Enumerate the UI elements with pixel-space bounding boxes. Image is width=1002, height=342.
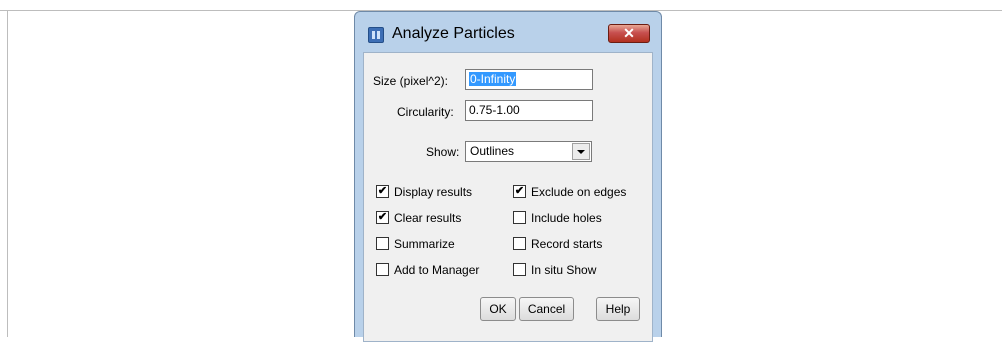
checkbox-label: Include holes bbox=[531, 211, 602, 225]
analyze-particles-dialog: Analyze Particles ✕ Size (pixel^2): 0-In… bbox=[354, 11, 662, 342]
checkbox-label: Display results bbox=[394, 185, 473, 199]
checkbox-label: Summarize bbox=[394, 237, 455, 251]
circularity-field[interactable]: 0.75-1.00 bbox=[465, 100, 593, 121]
checkbox-box[interactable] bbox=[513, 237, 526, 250]
checkbox-box[interactable] bbox=[513, 211, 526, 224]
imagej-icon bbox=[368, 27, 384, 43]
checkbox-box[interactable] bbox=[376, 237, 389, 250]
show-dropdown[interactable]: Outlines bbox=[465, 141, 592, 162]
checkbox-label: Add to Manager bbox=[394, 263, 480, 277]
checkbox-box[interactable]: ✔ bbox=[376, 211, 389, 224]
circularity-label: Circularity: bbox=[397, 105, 454, 119]
checkbox-box[interactable] bbox=[376, 263, 389, 276]
close-button[interactable]: ✕ bbox=[608, 24, 650, 43]
title-bar[interactable]: Analyze Particles ✕ bbox=[355, 12, 661, 52]
show-label: Show: bbox=[426, 145, 460, 159]
size-field[interactable]: 0-Infinity bbox=[465, 69, 593, 90]
size-label: Size (pixel^2): bbox=[373, 74, 448, 88]
dialog-body: Size (pixel^2): 0-Infinity Circularity: … bbox=[363, 52, 653, 342]
dropdown-button[interactable] bbox=[572, 143, 590, 160]
background-frame-left bbox=[7, 10, 8, 337]
cancel-button[interactable]: Cancel bbox=[519, 297, 574, 321]
dialog-title: Analyze Particles bbox=[392, 25, 515, 42]
checkbox-box[interactable]: ✔ bbox=[376, 185, 389, 198]
checkbox-box[interactable] bbox=[513, 263, 526, 276]
checkbox-label: In situ Show bbox=[531, 263, 597, 277]
checkbox-box[interactable]: ✔ bbox=[513, 185, 526, 198]
size-value: 0-Infinity bbox=[469, 72, 517, 86]
help-button[interactable]: Help bbox=[596, 297, 640, 321]
chevron-down-icon bbox=[577, 150, 585, 154]
checkbox-label: Exclude on edges bbox=[531, 185, 627, 199]
checkbox-label: Clear results bbox=[394, 211, 462, 225]
show-selected-value: Outlines bbox=[470, 144, 515, 158]
checkbox-label: Record starts bbox=[531, 237, 603, 251]
close-icon: ✕ bbox=[623, 25, 635, 41]
ok-button[interactable]: OK bbox=[480, 297, 516, 321]
